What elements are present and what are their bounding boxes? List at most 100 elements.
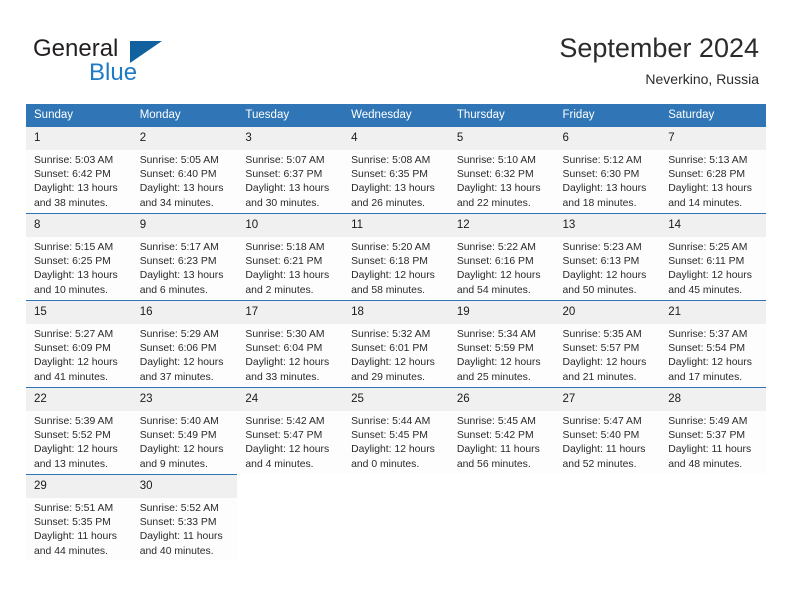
- day-number: 22: [26, 388, 132, 411]
- calendar-day-cell[interactable]: 29 Sunrise: 5:51 AM Sunset: 5:35 PM Dayligh…: [26, 474, 132, 561]
- day-cell-inner: 14 Sunrise: 5:25 AM Sunset: 6:11 PM Dayligh…: [660, 214, 766, 300]
- day-info: Sunrise: 5:51 AM Sunset: 5:35 PM Daylight:…: [26, 498, 132, 559]
- calendar-day-cell[interactable]: 23 Sunrise: 5:40 AM Sunset: 5:49 PM Dayligh…: [131, 387, 238, 475]
- day-number: 3: [237, 127, 344, 150]
- calendar-day-cell[interactable]: 12 Sunrise: 5:22 AM Sunset: 6:16 PM Dayligh…: [448, 213, 555, 301]
- sunset-time: Sunset: 6:40 PM: [139, 169, 217, 181]
- daylight-duration-line2: and 33 minutes.: [245, 371, 320, 383]
- day-info: Sunrise: 5:37 AM Sunset: 5:54 PM Daylight:…: [660, 324, 766, 385]
- day-number: 25: [343, 388, 449, 411]
- sunrise-time: Sunrise: 5:12 AM: [562, 155, 642, 166]
- calendar-day-cell[interactable]: 3 Sunrise: 5:07 AM Sunset: 6:37 PM Daylight…: [237, 126, 344, 214]
- sunrise-time: Sunrise: 5:08 AM: [351, 155, 431, 166]
- day-number: 27: [554, 388, 661, 411]
- calendar-day-cell[interactable]: 2 Sunrise: 5:05 AM Sunset: 6:40 PM Daylight…: [131, 126, 238, 214]
- calendar-day-cell[interactable]: 20 Sunrise: 5:35 AM Sunset: 5:57 PM Dayligh…: [554, 300, 661, 388]
- daylight-duration-line2: and 50 minutes.: [562, 284, 637, 296]
- day-number: 2: [131, 127, 238, 150]
- calendar-day-cell[interactable]: 9 Sunrise: 5:17 AM Sunset: 6:23 PM Daylight…: [131, 213, 238, 301]
- sunrise-time: Sunrise: 5:07 AM: [245, 155, 325, 166]
- sunrise-time: Sunrise: 5:37 AM: [668, 329, 748, 340]
- day-cell-inner: 10 Sunrise: 5:18 AM Sunset: 6:21 PM Dayligh…: [237, 214, 344, 300]
- sunrise-time: Sunrise: 5:10 AM: [456, 155, 536, 166]
- sunset-time: Sunset: 6:01 PM: [351, 343, 428, 355]
- calendar-day-cell[interactable]: 15 Sunrise: 5:27 AM Sunset: 6:09 PM Dayligh…: [26, 300, 132, 388]
- sunrise-time: Sunrise: 5:44 AM: [351, 416, 431, 427]
- daylight-duration-line2: and 38 minutes.: [34, 197, 108, 209]
- day-info: Sunrise: 5:17 AM Sunset: 6:23 PM Daylight:…: [132, 237, 238, 298]
- day-info: Sunrise: 5:52 AM Sunset: 5:33 PM Daylight:…: [132, 498, 238, 559]
- sunrise-time: Sunrise: 5:32 AM: [351, 329, 431, 340]
- calendar-day-cell[interactable]: 18 Sunrise: 5:32 AM Sunset: 6:01 PM Dayligh…: [343, 300, 449, 388]
- calendar-day-cell[interactable]: 24 Sunrise: 5:42 AM Sunset: 5:47 PM Dayligh…: [237, 387, 344, 475]
- day-cell-inner: 18 Sunrise: 5:32 AM Sunset: 6:01 PM Dayligh…: [343, 301, 449, 387]
- calendar-day-cell[interactable]: 17 Sunrise: 5:30 AM Sunset: 6:04 PM Dayligh…: [237, 300, 344, 388]
- calendar-day-cell[interactable]: 7 Sunrise: 5:13 AM Sunset: 6:28 PM Daylight…: [660, 126, 766, 214]
- calendar-day-cell[interactable]: 19 Sunrise: 5:34 AM Sunset: 5:59 PM Dayligh…: [448, 300, 555, 388]
- sunrise-time: Sunrise: 5:27 AM: [34, 329, 114, 340]
- calendar-day-cell[interactable]: 30 Sunrise: 5:52 AM Sunset: 5:33 PM Dayligh…: [131, 474, 238, 561]
- sunrise-time: Sunrise: 5:20 AM: [351, 242, 431, 253]
- day-info: Sunrise: 5:30 AM Sunset: 6:04 PM Daylight:…: [237, 324, 343, 385]
- daylight-duration-line2: and 4 minutes.: [245, 458, 314, 470]
- calendar-day-cell[interactable]: 27 Sunrise: 5:47 AM Sunset: 5:40 PM Dayligh…: [554, 387, 661, 475]
- daylight-duration-line1: Daylight: 12 hours: [456, 270, 541, 282]
- day-number: 5: [448, 127, 555, 150]
- calendar-day-cell[interactable]: 1 Sunrise: 5:03 AM Sunset: 6:42 PM Daylight…: [26, 126, 132, 214]
- sunrise-time: Sunrise: 5:13 AM: [668, 155, 748, 166]
- day-cell-inner: 21 Sunrise: 5:37 AM Sunset: 5:54 PM Dayligh…: [660, 301, 766, 387]
- daylight-duration-line2: and 13 minutes.: [34, 458, 108, 470]
- calendar-day-cell[interactable]: 14 Sunrise: 5:25 AM Sunset: 6:11 PM Dayligh…: [660, 213, 766, 301]
- daylight-duration-line1: Daylight: 11 hours: [139, 531, 223, 543]
- calendar-day-cell[interactable]: 22 Sunrise: 5:39 AM Sunset: 5:52 PM Dayligh…: [26, 387, 132, 475]
- calendar-day-cell[interactable]: 5 Sunrise: 5:10 AM Sunset: 6:32 PM Daylight…: [448, 126, 555, 214]
- daylight-duration-line1: Daylight: 12 hours: [456, 357, 541, 369]
- calendar-day-cell[interactable]: 10 Sunrise: 5:18 AM Sunset: 6:21 PM Dayligh…: [237, 213, 344, 301]
- calendar-day-cell[interactable]: 6 Sunrise: 5:12 AM Sunset: 6:30 PM Daylight…: [554, 126, 661, 214]
- day-cell-inner: 25 Sunrise: 5:44 AM Sunset: 5:45 PM Dayligh…: [343, 388, 449, 474]
- daylight-duration-line1: Daylight: 13 hours: [351, 183, 435, 195]
- day-cell-inner: 4 Sunrise: 5:08 AM Sunset: 6:35 PM Daylight…: [343, 127, 449, 213]
- calendar-day-cell[interactable]: 21 Sunrise: 5:37 AM Sunset: 5:54 PM Dayligh…: [660, 300, 766, 388]
- sunrise-time: Sunrise: 5:23 AM: [562, 242, 642, 253]
- sunrise-time: Sunrise: 5:18 AM: [245, 242, 325, 253]
- calendar-day-cell[interactable]: 11 Sunrise: 5:20 AM Sunset: 6:18 PM Dayligh…: [343, 213, 449, 301]
- calendar-day-cell[interactable]: 13 Sunrise: 5:23 AM Sunset: 6:13 PM Dayligh…: [554, 213, 661, 301]
- day-info: Sunrise: 5:29 AM Sunset: 6:06 PM Daylight:…: [132, 324, 238, 385]
- daylight-duration-line2: and 34 minutes.: [139, 197, 214, 209]
- daylight-duration-line1: Daylight: 11 hours: [456, 444, 540, 456]
- daylight-duration-line1: Daylight: 12 hours: [351, 270, 435, 282]
- daylight-duration-line1: Daylight: 12 hours: [562, 357, 647, 369]
- calendar-day-cell[interactable]: 4 Sunrise: 5:08 AM Sunset: 6:35 PM Daylight…: [343, 126, 449, 214]
- sunset-time: Sunset: 6:25 PM: [34, 256, 111, 268]
- sunset-time: Sunset: 5:54 PM: [668, 343, 746, 355]
- daylight-duration-line2: and 25 minutes.: [456, 371, 531, 383]
- daylight-duration-line2: and 29 minutes.: [351, 371, 426, 383]
- day-cell-inner: [660, 475, 766, 561]
- general-blue-logo[interactable]: General Blue: [33, 36, 233, 92]
- weekday-header-thursday: Thursday: [448, 104, 555, 127]
- day-info: Sunrise: 5:49 AM Sunset: 5:37 PM Daylight:…: [660, 411, 766, 472]
- sunset-time: Sunset: 6:18 PM: [351, 256, 428, 268]
- daylight-duration-line1: Daylight: 12 hours: [34, 357, 118, 369]
- daylight-duration-line2: and 6 minutes.: [139, 284, 208, 296]
- sunset-time: Sunset: 5:45 PM: [351, 430, 428, 442]
- calendar-day-cell[interactable]: 28 Sunrise: 5:49 AM Sunset: 5:37 PM Dayligh…: [660, 387, 766, 475]
- daylight-duration-line1: Daylight: 13 hours: [668, 183, 752, 195]
- day-number: 24: [237, 388, 344, 411]
- calendar-header-row: Sunday Monday Tuesday Wednesday Thursday…: [26, 104, 766, 127]
- calendar-day-cell[interactable]: 8 Sunrise: 5:15 AM Sunset: 6:25 PM Daylight…: [26, 213, 132, 301]
- day-info: Sunrise: 5:03 AM Sunset: 6:42 PM Daylight:…: [26, 150, 132, 211]
- day-number: 29: [26, 475, 132, 498]
- calendar-day-cell[interactable]: 26 Sunrise: 5:45 AM Sunset: 5:42 PM Dayligh…: [448, 387, 555, 475]
- calendar-day-cell[interactable]: 16 Sunrise: 5:29 AM Sunset: 6:06 PM Dayligh…: [131, 300, 238, 388]
- calendar-week-row: 29 Sunrise: 5:51 AM Sunset: 5:35 PM Dayligh…: [26, 474, 766, 561]
- day-info: Sunrise: 5:39 AM Sunset: 5:52 PM Daylight:…: [26, 411, 132, 472]
- calendar-day-cell[interactable]: 25 Sunrise: 5:44 AM Sunset: 5:45 PM Dayligh…: [343, 387, 449, 475]
- daylight-duration-line2: and 40 minutes.: [139, 545, 214, 557]
- day-cell-inner: 23 Sunrise: 5:40 AM Sunset: 5:49 PM Dayligh…: [131, 388, 238, 474]
- daylight-duration-line1: Daylight: 13 hours: [34, 270, 118, 282]
- day-info: Sunrise: 5:05 AM Sunset: 6:40 PM Daylight:…: [132, 150, 238, 211]
- day-info: Sunrise: 5:18 AM Sunset: 6:21 PM Daylight:…: [237, 237, 343, 298]
- day-number: [237, 475, 343, 498]
